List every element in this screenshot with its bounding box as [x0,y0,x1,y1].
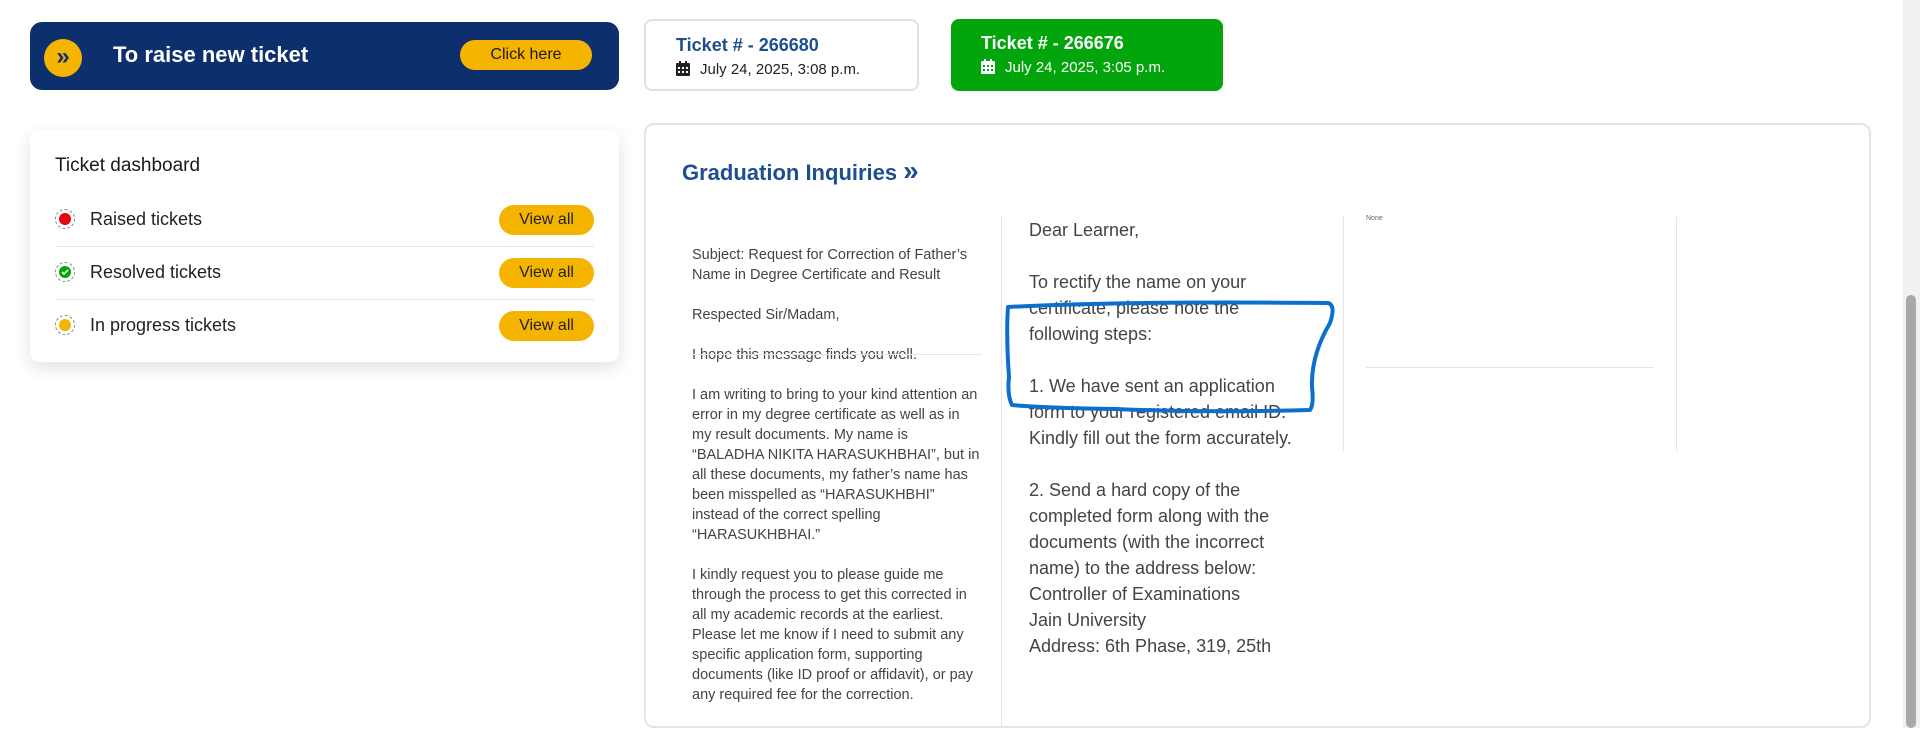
ticket-detail-panel: Graduation Inquiries» Subject: Request f… [644,123,1871,728]
dashboard-row-raised: Raised tickets View all [55,194,594,247]
raise-ticket-title: To raise new ticket [113,42,309,67]
calendar-icon [981,59,995,74]
calendar-icon [676,61,690,76]
ticket-dashboard: Ticket dashboard Raised tickets View all… [30,130,619,362]
view-all-in-progress-button[interactable]: View all [499,311,594,341]
attachment-none-text: None [1366,215,1383,222]
reply-address-line-2: Jain University [1029,610,1147,630]
raise-ticket-banner: » To raise new ticket Click here [30,22,619,90]
ticket-date: July 24, 2025, 3:05 p.m. [981,59,1165,76]
category-title: Graduation Inquiries» [682,155,919,187]
in-progress-tickets-label: In progress tickets [90,315,237,335]
column-divider [1676,217,1677,452]
learner-query: Subject: Request for Correction of Fathe… [692,245,982,725]
reply-address-line-3: Address: 6th Phase, 319, 25th [1029,636,1272,656]
ticket-date: July 24, 2025, 3:08 p.m. [676,61,860,78]
in-progress-status-icon [55,315,75,335]
raise-ticket-button[interactable]: Click here [460,40,592,70]
query-body-1: I am writing to bring to your kind atten… [692,387,980,543]
query-body-2: I kindly request you to please guide me … [692,567,973,703]
query-subject: Subject: Request for Correction of Fathe… [692,247,968,283]
query-greeting: Respected Sir/Madam, [692,307,840,323]
scrollbar-thumb[interactable] [1906,295,1916,728]
ticket-tab-266676[interactable]: Ticket # - 266676 July 24, 2025, 3:05 p.… [951,19,1223,91]
divider [692,354,982,355]
double-chevron-icon: » [44,39,82,77]
query-intro: I hope this message finds you well. [692,347,917,363]
view-all-resolved-button[interactable]: View all [499,258,594,288]
reply-step-1: 1. We have sent an application form to y… [1029,376,1292,448]
reply-step-2: 2. Send a hard copy of the completed for… [1029,480,1270,578]
dashboard-row-in-progress: In progress tickets View all [55,300,594,352]
reply-greeting: Dear Learner, [1029,220,1140,240]
ticket-number: Ticket # - 266676 [981,33,1124,53]
resolved-tickets-label: Resolved tickets [90,262,222,282]
support-reply: Dear Learner, To rectify the name on you… [1029,217,1314,659]
reply-intro: To rectify the name on your certificate,… [1029,272,1247,344]
divider [1366,367,1654,368]
column-divider [1001,217,1002,727]
dashboard-title: Ticket dashboard [55,155,201,176]
dashboard-row-resolved: Resolved tickets View all [55,247,594,300]
ticket-number: Ticket # - 266680 [676,35,819,55]
ticket-date-text: July 24, 2025, 3:05 p.m. [1005,59,1166,76]
reply-address-line-1: Controller of Examinations [1029,584,1241,604]
category-title-text: Graduation Inquiries [682,160,898,185]
raised-tickets-label: Raised tickets [90,209,203,229]
raised-status-icon [55,209,75,229]
ticket-date-text: July 24, 2025, 3:08 p.m. [700,61,861,78]
ticket-tab-266680[interactable]: Ticket # - 266680 July 24, 2025, 3:08 p.… [644,19,919,91]
column-divider [1343,217,1344,452]
resolved-check-icon [55,262,75,282]
double-chevron-right-icon: » [903,155,919,186]
view-all-raised-button[interactable]: View all [499,205,594,235]
